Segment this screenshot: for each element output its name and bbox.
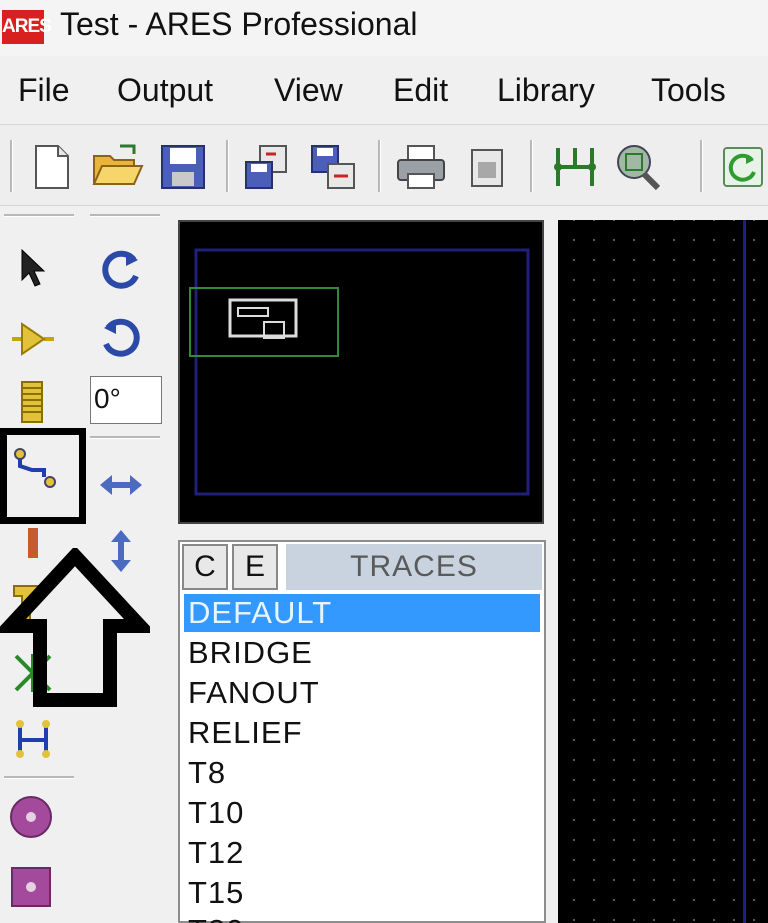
package-mode-icon[interactable]	[10, 378, 56, 424]
open-folder-icon[interactable]	[90, 140, 144, 194]
list-item-default[interactable]: DEFAULT	[184, 594, 540, 632]
editing-canvas[interactable]	[558, 220, 768, 923]
window-title: Test - ARES Professional	[60, 6, 418, 42]
menu-tools[interactable]: Tools	[651, 72, 726, 109]
sidebar-separator	[90, 436, 160, 439]
component-mode-icon[interactable]	[10, 316, 56, 362]
selector-title: TRACES	[286, 544, 542, 590]
round-pad-icon[interactable]	[8, 794, 54, 840]
list-item-t12[interactable]: T12	[184, 834, 540, 872]
overview-drawing	[189, 248, 530, 496]
overview-window[interactable]	[178, 220, 544, 524]
print-layers-icon[interactable]	[460, 140, 514, 194]
toolbar-separator	[530, 140, 533, 192]
list-item-relief[interactable]: RELIEF	[184, 714, 540, 752]
selector-tab-e[interactable]: E	[232, 544, 278, 590]
list-item-t20[interactable]: T20	[184, 912, 540, 923]
toolbar-separator	[378, 140, 381, 192]
selector-tab-c[interactable]: C	[182, 544, 228, 590]
sidebar-separator	[4, 776, 74, 779]
toolbar-grip	[10, 140, 13, 192]
sidebar-separator	[4, 214, 74, 217]
square-pad-icon[interactable]	[8, 864, 54, 910]
export-section-icon[interactable]	[306, 140, 360, 194]
menu-view[interactable]: View	[274, 72, 343, 109]
refresh-icon[interactable]	[716, 140, 768, 194]
list-item-bridge[interactable]: BRIDGE	[184, 634, 540, 672]
highlight-box	[0, 428, 86, 524]
board-edge-line	[743, 220, 746, 923]
rotation-angle-input[interactable]: 0°	[90, 376, 162, 424]
toolbar-separator	[700, 140, 703, 192]
import-section-icon[interactable]	[240, 140, 294, 194]
design-explorer-icon[interactable]	[610, 140, 664, 194]
list-item-t15[interactable]: T15	[184, 874, 540, 912]
annotation-arrow-icon	[0, 548, 150, 707]
print-icon[interactable]	[394, 140, 448, 194]
list-item-t8[interactable]: T8	[184, 754, 540, 792]
rotate-anticlockwise-icon[interactable]	[98, 314, 144, 360]
ares-logo-icon: ARES	[2, 10, 52, 44]
sidebar-separator	[90, 214, 160, 217]
list-item-t10[interactable]: T10	[184, 794, 540, 832]
mirror-horizontal-icon[interactable]	[98, 462, 144, 508]
toolbar-separator	[226, 140, 229, 192]
menu-library[interactable]: Library	[497, 72, 595, 109]
rotate-clockwise-icon[interactable]	[98, 246, 144, 292]
list-item-fanout[interactable]: FANOUT	[184, 674, 540, 712]
menu-edit[interactable]: Edit	[393, 72, 448, 109]
new-file-icon[interactable]	[24, 140, 78, 194]
selection-mode-icon[interactable]	[10, 246, 56, 292]
connectivity-highlight-icon[interactable]	[10, 716, 56, 762]
save-icon[interactable]	[156, 140, 210, 194]
netlist-icon[interactable]	[548, 140, 602, 194]
menu-file[interactable]: File	[18, 72, 70, 109]
menu-output[interactable]: Output	[117, 72, 213, 109]
